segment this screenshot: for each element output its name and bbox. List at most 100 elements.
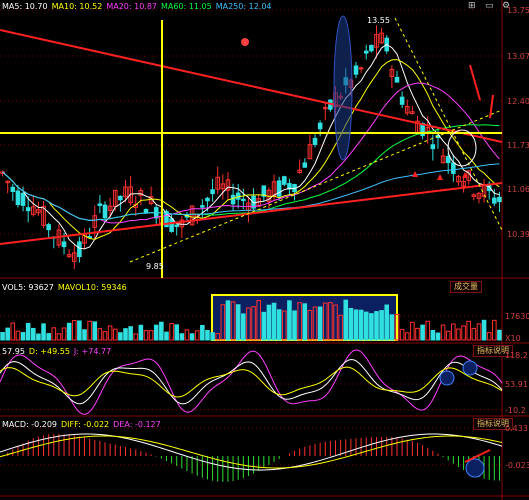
candle-body	[282, 176, 287, 185]
legend-entry: J: +74.77	[73, 347, 112, 356]
volume-bar	[425, 320, 431, 341]
downtrend-line	[0, 29, 503, 143]
legend-entry: DEA: -0.127	[113, 420, 161, 429]
volume-bar	[276, 309, 282, 341]
volume-bar	[0, 332, 5, 341]
volume-bar	[445, 330, 451, 341]
volume-bar	[466, 320, 471, 341]
legend-entry: 57.95	[2, 347, 25, 356]
kdj-tick: -10.2	[505, 406, 526, 415]
candle-body	[200, 205, 205, 208]
volume-bar	[15, 330, 21, 341]
pin-icon	[241, 38, 249, 46]
candle-body	[353, 65, 359, 75]
volume-bar	[138, 324, 144, 341]
legend-entry: D: +49.55	[28, 347, 70, 356]
kdj-highlight-circle	[462, 360, 478, 376]
dashed-trend-line	[394, 17, 503, 231]
price-tick: 11.73	[507, 141, 529, 150]
price-tick: 13.07	[507, 52, 529, 61]
candle-body	[118, 195, 123, 201]
price-tick: 12.40	[507, 97, 529, 106]
price-tick: 13.75	[507, 6, 529, 15]
restore-icon[interactable]: ▭	[485, 2, 494, 11]
candle-body	[369, 44, 374, 52]
volume-bar	[194, 330, 200, 341]
volume-bar	[410, 321, 415, 341]
volume-bar	[205, 329, 210, 341]
volume-bar	[348, 307, 354, 341]
volume-bar	[266, 304, 272, 341]
candle-body	[20, 192, 26, 206]
volume-bar	[56, 333, 62, 341]
macd-dea-line	[0, 435, 503, 469]
legend-entry: DIFF: -0.022	[61, 420, 110, 429]
volume-bar	[71, 319, 77, 341]
volume-bar	[353, 309, 359, 341]
volume-bar	[302, 303, 308, 341]
candle-body	[25, 207, 31, 212]
volume-bar	[358, 309, 364, 341]
candle-body	[169, 218, 174, 232]
ma5-line	[2, 43, 500, 250]
uptrend-line	[0, 182, 503, 245]
candle-body	[10, 186, 16, 192]
volume-bar	[97, 328, 103, 341]
volume-bar	[369, 313, 374, 341]
volume-bar	[225, 300, 231, 341]
candle-body	[399, 96, 405, 105]
volume-bar	[420, 324, 425, 341]
volume-bar	[435, 332, 441, 341]
candle-body	[77, 241, 82, 258]
volume-bar	[210, 332, 215, 341]
macd-tick: 0.433	[505, 424, 528, 433]
candle-body	[174, 224, 180, 227]
candle-body	[445, 156, 451, 164]
volume-bar	[287, 300, 292, 341]
volume-bar	[241, 313, 246, 341]
volume-bar	[102, 331, 108, 341]
volume-bar	[497, 329, 502, 341]
price-tick: 10.39	[507, 230, 529, 239]
legend-entry: MA5: 10.70	[2, 2, 48, 11]
volume-legend: VOL5: 93627 MAVOL10: 59346	[2, 283, 131, 292]
volume-bar	[77, 320, 82, 341]
highlight-ellipse	[333, 15, 353, 161]
volume-bar	[133, 333, 139, 341]
volume-bar	[5, 327, 10, 341]
price-tick: 11.06	[507, 185, 529, 194]
ma-legend: MA5: 10.70 MA10: 10.52 MA20: 10.87 MA60: 11…	[2, 2, 276, 12]
volume-bar	[481, 319, 487, 341]
macd-tick: -0.023	[505, 461, 529, 470]
candle-body	[276, 180, 282, 197]
kdj-j-line	[0, 349, 503, 415]
volume-bar	[374, 311, 379, 341]
kdj-tick: 53.91	[505, 380, 528, 389]
volume-bar	[148, 330, 154, 341]
macd-highlight-circle	[465, 458, 485, 478]
legend-entry: MA60: 11.05	[161, 2, 212, 11]
volume-bar	[317, 306, 323, 341]
up-arrow-marker	[412, 171, 418, 177]
volume-tick: 17630	[505, 312, 529, 321]
volume-bar	[384, 304, 390, 341]
low-price-marker: 9.85	[146, 262, 164, 271]
kdj-d-line	[0, 366, 503, 398]
arrow-annotation	[469, 64, 481, 101]
volume-bar	[118, 332, 123, 341]
legend-entry: MAVOL10: 59346	[57, 283, 127, 292]
volume-bar	[153, 324, 159, 341]
volume-indicator-button[interactable]: 成交量	[450, 281, 482, 293]
volume-bar	[292, 310, 297, 341]
volume-bar	[404, 332, 410, 341]
volume-bar	[389, 314, 395, 341]
candle-body	[363, 50, 369, 54]
highlight-ellipse	[447, 129, 477, 167]
volume-bar	[200, 324, 205, 341]
legend-entry: MA250: 12.04	[215, 2, 272, 11]
grid-icon[interactable]: ⊞	[468, 2, 476, 11]
candle-body	[205, 197, 210, 202]
volume-bar	[343, 299, 349, 341]
macd-diff-line	[0, 433, 503, 471]
candle-body	[97, 203, 103, 206]
